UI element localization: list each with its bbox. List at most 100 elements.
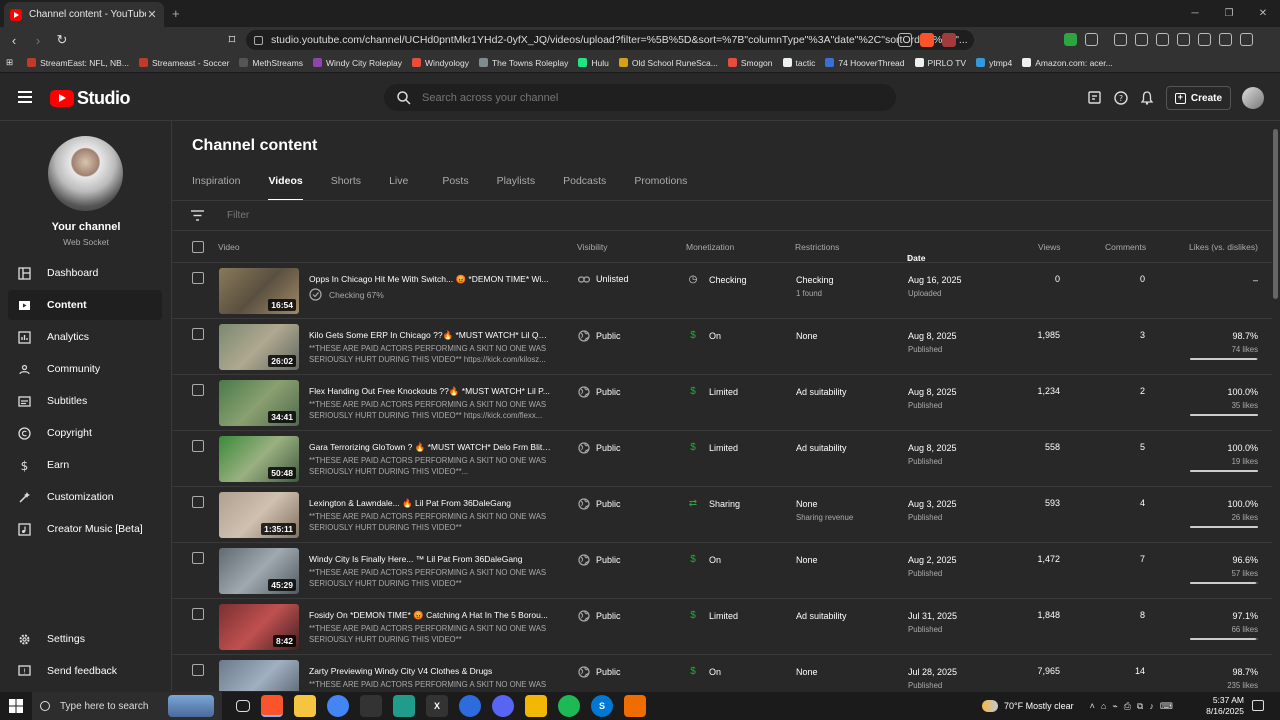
restrictions-cell[interactable]: None [796,666,818,679]
leo-icon[interactable] [1198,33,1211,46]
row-checkbox[interactable] [192,384,204,396]
video-thumbnail[interactable]: 16:54 [219,268,299,314]
tab-podcasts[interactable]: Podcasts [563,175,606,201]
blue-app-icon[interactable] [459,695,481,717]
menu-icon[interactable] [1240,33,1253,46]
reload-icon[interactable]: ↻ [52,30,72,50]
video-title[interactable]: Kilo Gets Some ERP In Chicago ??🔥 *MUST … [309,330,551,341]
bookmark-11[interactable]: PIRLO TV [914,58,966,68]
brave-taskbar-icon[interactable] [261,695,283,717]
extensions-icon[interactable] [1085,33,1098,46]
sidebar-item-community[interactable]: Community [8,354,162,384]
sidebar-item-earn[interactable]: $ Earn [8,450,162,480]
bookmark-7[interactable]: Old School RuneSca... [618,58,718,68]
monetization-cell[interactable]: $ On [687,666,721,677]
tab-promotions[interactable]: Promotions [634,175,687,201]
bookmark-4[interactable]: Windyology [412,58,469,68]
help-icon[interactable]: ? [1113,90,1129,106]
sidebar-item-creator-music[interactable]: Creator Music [Beta] [8,514,162,544]
tray-icons[interactable]: ˄⌂⌁⎙⧉♪⌨ [1090,701,1179,712]
vpn-icon[interactable] [1219,33,1232,46]
video-title[interactable]: Fosidy On *DEMON TIME* 😡 Catching A Hat … [309,610,551,621]
channel-avatar[interactable] [48,136,123,211]
visibility-cell[interactable]: Public [578,554,621,566]
create-button[interactable]: + Create [1166,86,1231,110]
row-checkbox[interactable] [192,608,204,620]
skype-icon[interactable]: S [591,695,613,717]
video-row[interactable]: 16:54 Opps In Chicago Hit Me With Switch.… [172,263,1272,319]
new-tab-icon[interactable]: + [172,6,180,21]
video-thumbnail[interactable]: 45:29 [219,548,299,594]
visibility-cell[interactable]: Unlisted [578,274,629,284]
filter-input[interactable]: Filter [227,210,249,221]
brave-shield-icon[interactable] [920,33,934,47]
hamburger-menu-icon[interactable] [18,91,32,103]
weather-text[interactable]: 70°F Mostly clear [1004,701,1074,711]
media-icon[interactable] [1135,33,1148,46]
restrictions-cell[interactable]: Checking 1 found [796,274,834,300]
green-app-icon[interactable] [393,695,415,717]
yellow-app-icon[interactable] [525,695,547,717]
sidebar-item-settings[interactable]: Settings [8,624,162,654]
download-icon[interactable] [1114,33,1127,46]
sidebar-item-analytics[interactable]: Analytics [8,322,162,352]
visibility-cell[interactable]: Public [578,386,621,398]
windows-start-icon[interactable] [0,692,32,720]
video-row[interactable]: 26:02 Kilo Gets Some ERP In Chicago ??🔥 *… [172,319,1272,375]
system-clock[interactable]: 5:37 AM 8/16/2025 [1200,695,1244,717]
row-checkbox[interactable] [192,440,204,452]
monetization-cell[interactable]: ◷ Checking [687,274,747,285]
scrollbar-thumb[interactable] [1273,129,1278,299]
bookmark-13[interactable]: Amazon.com: acer... [1022,58,1113,68]
bookmark-icon[interactable]: ⌑ [222,30,242,50]
column-visibility[interactable]: Visibility [577,242,608,252]
bookmark-12[interactable]: ytmp4 [976,58,1012,68]
visibility-cell[interactable]: Public [578,610,621,622]
channel-search-box[interactable] [384,84,896,111]
url-bar[interactable]: studio.youtube.com/channel/UCHd0pntMkr1Y… [246,30,974,50]
monetization-cell[interactable]: $ Limited [687,610,738,621]
tab-inspiration[interactable]: Inspiration [192,175,240,201]
bookmark-6[interactable]: Hulu [578,58,609,68]
spotify-icon[interactable] [558,695,580,717]
restrictions-cell[interactable]: Ad suitability [796,610,847,623]
video-thumbnail[interactable]: 50:48 [219,436,299,482]
forward-icon[interactable]: › [28,30,48,50]
tab-live[interactable]: Live [389,175,408,201]
notification-center-icon[interactable] [1252,700,1264,711]
video-title[interactable]: Zarty Previewing Windy City V4 Clothes &… [309,666,551,676]
close-tab-icon[interactable]: ✕ [146,8,158,21]
file-explorer-icon[interactable] [294,695,316,717]
minimize-icon[interactable]: ─ [1178,0,1212,27]
monetization-cell[interactable]: ⇄ Sharing [687,498,740,509]
wallet-icon[interactable] [1177,33,1190,46]
video-row[interactable]: 50:48 Gara Terrorizing GloTown ? 🔥 *MUST … [172,431,1272,487]
studio-logo[interactable]: Studio [50,88,131,109]
column-views[interactable]: Views [1038,242,1061,252]
feedback-icon[interactable] [1087,90,1103,106]
sidebar-item-copyright[interactable]: Copyright [8,418,162,448]
column-restrictions[interactable]: Restrictions [795,242,839,252]
column-likes[interactable]: Likes (vs. dislikes) [1189,242,1258,252]
bookmark-0[interactable]: StreamEast: NFL, NB... [27,58,129,68]
restrictions-cell[interactable]: None [796,330,818,343]
sidebar-item-customization[interactable]: Customization [8,482,162,512]
video-title[interactable]: Windy City Is Finally Here... ™ Lil Pat … [309,554,551,564]
visibility-cell[interactable]: Public [578,442,621,454]
sidebar-item-content[interactable]: Content [8,290,162,320]
chrome-icon[interactable] [327,695,349,717]
sidebar-item-dashboard[interactable]: Dashboard [8,258,162,288]
task-view-icon[interactable] [236,700,250,712]
tab-posts[interactable]: Posts [442,175,468,201]
column-comments[interactable]: Comments [1105,242,1146,252]
bookmark-5[interactable]: The Towns Roleplay [478,58,568,68]
monetization-cell[interactable]: $ On [687,554,721,565]
video-thumbnail[interactable] [219,660,299,691]
brave-rewards-icon[interactable] [942,33,956,47]
select-all-checkbox[interactable] [192,241,204,253]
bookmark-2[interactable]: MethStreams [239,58,303,68]
filter-bar[interactable]: Filter [172,201,1272,231]
video-thumbnail[interactable]: 8:42 [219,604,299,650]
video-title[interactable]: Gara Terrorizing GloTown ? 🔥 *MUST WATCH… [309,442,551,453]
sidebar-item-feedback[interactable]: ! Send feedback [8,656,162,686]
